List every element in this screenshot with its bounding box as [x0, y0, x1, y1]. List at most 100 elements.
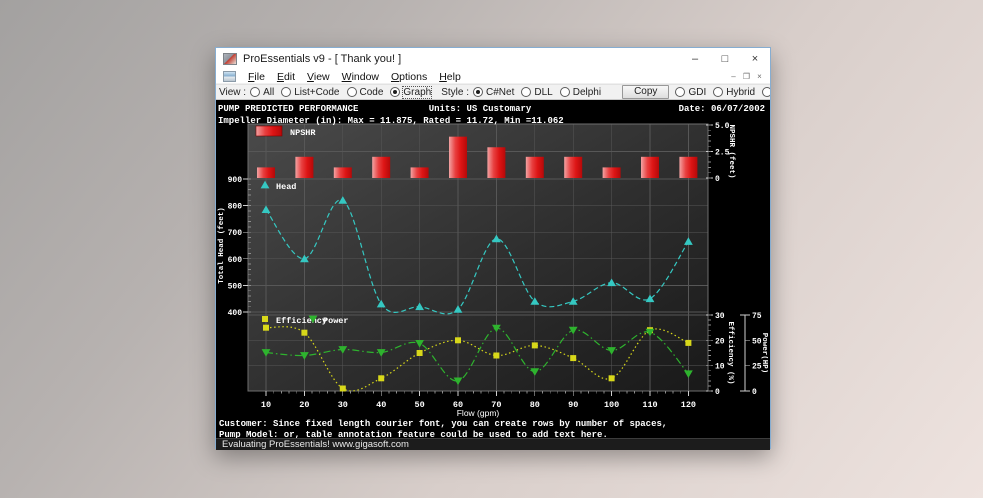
status-text: Evaluating ProEssentials! www.gigasoft.c… [222, 439, 409, 450]
radio-icon [521, 87, 532, 97]
radio-graph[interactable]: Graph [390, 85, 433, 99]
render-radio-group: GDIHybridGDI+2DX3DX [675, 87, 770, 98]
bar [564, 156, 583, 178]
bar [449, 136, 467, 178]
menu-item-edit[interactable]: Edit [271, 71, 301, 83]
svg-text:100: 100 [604, 400, 619, 410]
radio-icon [559, 87, 570, 97]
copy-button[interactable]: Copy [622, 85, 670, 99]
radio-dll[interactable]: DLL [521, 86, 553, 98]
radio-list-code[interactable]: List+Code [281, 86, 340, 98]
svg-text:Head: Head [276, 182, 296, 192]
mdi-controls: – ❐ × [727, 71, 766, 82]
radio-delphi[interactable]: Delphi [559, 86, 602, 98]
menu-item-help[interactable]: Help [433, 71, 467, 83]
title-bar[interactable]: ProEssentials v9 - [ Thank you! ] – □ × [216, 48, 770, 70]
bar [410, 167, 429, 178]
window-title: ProEssentials v9 - [ Thank you! ] [243, 53, 402, 65]
svg-text:PUMP PREDICTED PERFORMANCE: PUMP PREDICTED PERFORMANCE [218, 104, 359, 114]
svg-text:400: 400 [228, 309, 243, 318]
mdi-restore-button[interactable]: ❐ [740, 71, 753, 82]
bar [525, 156, 544, 178]
bar [257, 167, 275, 178]
svg-text:Power(HP): Power(HP) [760, 333, 768, 374]
plot-background [248, 124, 708, 391]
radio-code[interactable]: Code [346, 86, 384, 98]
svg-text:900: 900 [228, 176, 243, 185]
radio-all[interactable]: All [250, 87, 274, 98]
svg-text:0: 0 [752, 388, 757, 397]
option-label: Delphi [572, 86, 602, 98]
view-radio-group: All List+Code Code Graph [250, 85, 438, 99]
style-radio-group: C#Net DLL Delphi [473, 87, 608, 98]
svg-text:80: 80 [530, 400, 540, 410]
radio-icon [281, 87, 292, 97]
view-group-label: View : [219, 86, 247, 98]
toolbar: View : All List+Code Code Graph Style : C#N… [216, 84, 770, 100]
svg-text:Efficiency (%): Efficiency (%) [726, 321, 734, 384]
option-label: C#Net [486, 86, 515, 98]
svg-text:800: 800 [228, 203, 243, 212]
bar [372, 156, 391, 178]
bar [487, 147, 506, 178]
svg-text:Flow (gpm): Flow (gpm) [457, 408, 500, 418]
bar [333, 167, 352, 178]
svg-text:30: 30 [338, 400, 348, 410]
svg-text:Impeller Diameter (in): Max =: Impeller Diameter (in): Max = 11.875, Ra… [218, 116, 564, 126]
svg-text:10: 10 [715, 363, 725, 372]
svg-text:Customer: Since fixed length: Customer: Since fixed length courier fon… [219, 419, 667, 429]
menu-item-file[interactable]: File [242, 71, 271, 83]
mdi-minimize-button[interactable]: – [727, 71, 740, 82]
radio-icon [762, 87, 770, 97]
maximize-button[interactable]: □ [710, 48, 740, 70]
chart-area: 400 500 600 700 800 900 0 2.5 5.0 0 10 20 30 0 25 50 75 1… [216, 100, 770, 438]
svg-text:40: 40 [376, 400, 386, 410]
radio-gdi[interactable]: GDI [675, 87, 706, 98]
chart-canvas: 400500600700800900 02.55.0010203002550751… [218, 104, 768, 438]
mdi-child-icon[interactable] [223, 71, 236, 82]
menu-bar: File Edit View Window Options Help – ❐ × [216, 70, 770, 84]
app-window: ProEssentials v9 - [ Thank you! ] – □ × … [215, 47, 771, 450]
style-group-label: Style : [441, 86, 469, 98]
svg-text:500: 500 [228, 282, 243, 291]
app-icon [223, 53, 237, 65]
svg-text:Date: 06/07/2002: Date: 06/07/2002 [679, 104, 765, 114]
desktop-background: ProEssentials v9 - [ Thank you! ] – □ × … [0, 0, 983, 498]
bar [641, 156, 659, 178]
option-label: List+Code [294, 86, 340, 98]
radio-icon [713, 87, 724, 97]
svg-text:Pump Model: or, table annotat: Pump Model: or, table annotation feature… [219, 430, 608, 438]
svg-text:0: 0 [715, 388, 720, 397]
svg-text:90: 90 [568, 400, 578, 410]
option-label: All [263, 86, 275, 98]
option-label: Code [359, 86, 384, 98]
menu-item-options[interactable]: Options [385, 71, 433, 83]
radio-icon [250, 87, 261, 97]
svg-text:50: 50 [414, 400, 424, 410]
option-label: GDI [688, 86, 707, 98]
svg-text:Power: Power [323, 316, 349, 326]
svg-text:Efficiency: Efficiency [276, 316, 327, 326]
radio-gdi-[interactable]: GDI+ [762, 87, 770, 98]
radio-c-net[interactable]: C#Net [473, 87, 514, 98]
svg-text:NPSHR (feet): NPSHR (feet) [727, 124, 735, 178]
radio-hybrid[interactable]: Hybrid [713, 87, 755, 98]
svg-text:Units: US Customary: Units: US Customary [429, 104, 532, 114]
option-label: DLL [534, 86, 553, 98]
svg-text:NPSHR: NPSHR [290, 128, 316, 138]
menu-item-window[interactable]: Window [336, 71, 385, 83]
bar [679, 156, 698, 178]
option-label: Hybrid [726, 86, 756, 98]
menu-item-view[interactable]: View [301, 71, 336, 83]
mdi-close-button[interactable]: × [753, 71, 766, 82]
svg-text:75: 75 [752, 312, 762, 321]
radio-icon [675, 87, 686, 97]
minimize-button[interactable]: – [680, 48, 710, 70]
radio-icon [346, 87, 357, 97]
svg-text:10: 10 [261, 400, 271, 410]
svg-text:700: 700 [228, 229, 243, 238]
radio-icon [390, 87, 401, 97]
close-button[interactable]: × [740, 48, 770, 70]
menu-items: File Edit View Window Options Help [242, 71, 467, 83]
svg-text:Total Head (feet): Total Head (feet) [218, 207, 226, 284]
